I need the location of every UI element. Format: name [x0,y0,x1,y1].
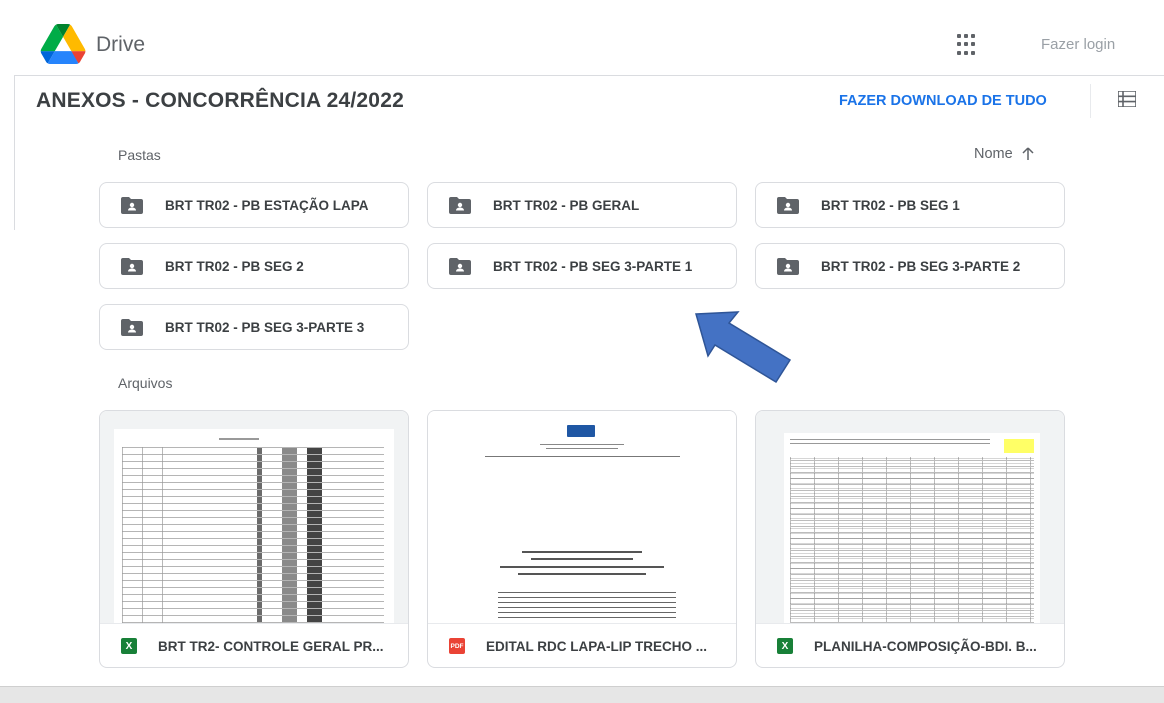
shared-folder-icon [777,196,799,214]
folder-item[interactable]: BRT TR02 - PB SEG 2 [99,243,409,289]
folder-name: BRT TR02 - PB SEG 3-PARTE 2 [821,258,1021,274]
folders-section-label: Pastas [118,147,161,163]
download-all-button[interactable]: FAZER DOWNLOAD DE TUDO [839,93,1047,109]
folder-name: BRT TR02 - PB SEG 1 [821,197,960,213]
folder-name: BRT TR02 - PB SEG 3-PARTE 1 [493,258,693,274]
header-divider [14,75,1164,76]
file-item[interactable]: X BRT TR2- CONTROLE GERAL PR... [99,410,409,668]
file-thumbnail [428,411,736,624]
file-name: EDITAL RDC LAPA-LIP TRECHO ... [486,638,708,654]
toolbar-separator [1090,84,1091,118]
app-name: Drive [96,33,146,56]
sheets-icon: X [121,638,137,654]
file-thumbnail [756,411,1064,624]
file-item[interactable]: X PLANILHA-COMPOSIÇÃO-BDI. B... [755,410,1065,668]
bottom-scrollbar[interactable] [0,686,1164,703]
file-name: PLANILHA-COMPOSIÇÃO-BDI. B... [814,638,1037,654]
folder-item[interactable]: BRT TR02 - PB SEG 3-PARTE 3 [99,304,409,350]
pdf-icon: PDF [449,638,465,654]
google-drive-logo-icon[interactable] [40,24,86,64]
folder-item[interactable]: BRT TR02 - PB GERAL [427,182,737,228]
shared-folder-icon [449,257,471,275]
sort-label: Nome [974,146,1013,162]
sheets-icon: X [777,638,793,654]
annotation-arrow-icon [695,311,792,384]
folder-item[interactable]: BRT TR02 - PB SEG 1 [755,182,1065,228]
arrow-up-icon [1022,147,1034,160]
shared-folder-icon [121,318,143,336]
folder-item[interactable]: BRT TR02 - PB SEG 3-PARTE 2 [755,243,1065,289]
list-view-icon[interactable] [1118,91,1136,107]
folder-name: BRT TR02 - PB SEG 3-PARTE 3 [165,319,365,335]
login-link[interactable]: Fazer login [1041,36,1115,53]
left-border [14,75,15,230]
shared-folder-icon [121,196,143,214]
folder-item[interactable]: BRT TR02 - PB ESTAÇÃO LAPA [99,182,409,228]
page-title: ANEXOS - CONCORRÊNCIA 24/2022 [36,89,404,112]
file-name: BRT TR2- CONTROLE GERAL PR... [158,638,384,654]
shared-folder-icon [449,196,471,214]
file-item[interactable]: PDF EDITAL RDC LAPA-LIP TRECHO ... [427,410,737,668]
shared-folder-icon [121,257,143,275]
folder-item[interactable]: BRT TR02 - PB SEG 3-PARTE 1 [427,243,737,289]
folder-name: BRT TR02 - PB ESTAÇÃO LAPA [165,197,369,213]
apps-grid-icon[interactable] [955,32,981,58]
folder-name: BRT TR02 - PB GERAL [493,197,640,213]
files-section-label: Arquivos [118,375,173,391]
shared-folder-icon [777,257,799,275]
sort-by-name-button[interactable]: Nome [974,146,1034,162]
file-thumbnail [100,411,408,624]
folder-name: BRT TR02 - PB SEG 2 [165,258,304,274]
